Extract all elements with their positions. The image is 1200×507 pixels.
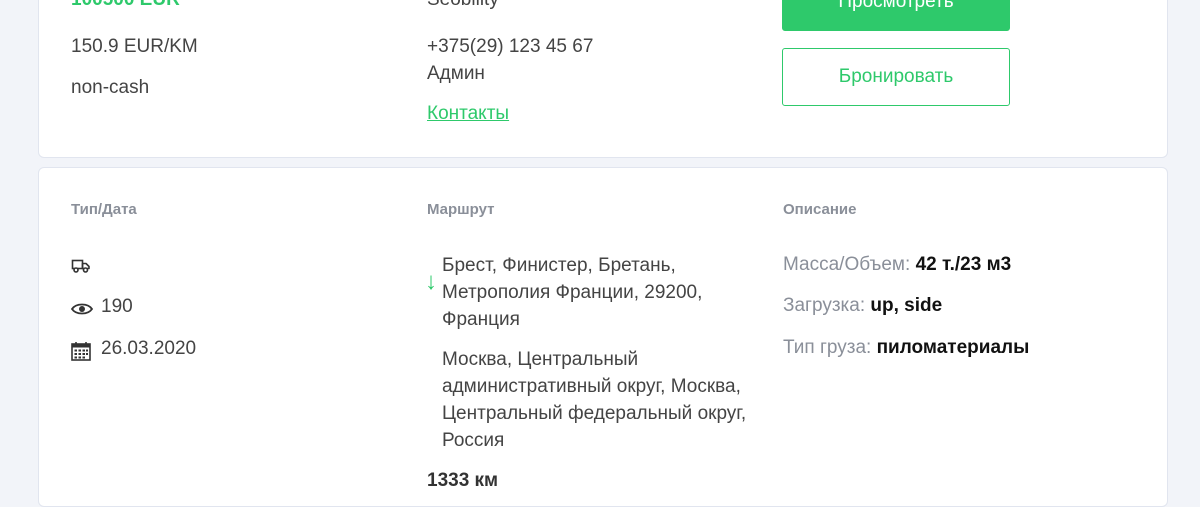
mass-volume-label: Масса/Объем: [783,254,911,275]
listing-card-top: 100500 EUR 150.9 EUR/KM non-cash Seobili… [38,0,1168,158]
book-button[interactable]: Бронировать [782,48,1010,106]
route-origin: Брест, Финистер, Бретань, Метрополия Фра… [442,255,703,330]
view-button[interactable]: Просмотреть [782,0,1010,31]
arrow-down-icon: ↓ [425,268,437,295]
description-header: Описание [783,201,857,218]
listing-card-bottom: Тип/Дата Маршрут Описание 190 26.03.2020… [38,167,1168,507]
loading-row: Загрузка: up, side [783,295,942,317]
mass-volume-row: Масса/Объем: 42 т./23 м3 [783,254,1011,276]
phone-number: +375(29) 123 45 67 [427,36,594,57]
calendar-icon [71,341,91,366]
payment-type: non-cash [71,77,150,98]
contacts-link[interactable]: Контакты [427,103,509,125]
truck-icon [71,258,91,279]
route-destination: Москва, Центральный административный окр… [442,349,747,451]
cargo-type-value: пиломатериалы [876,337,1030,358]
route-header: Маршрут [427,201,495,218]
company-name: Seobility [427,0,499,11]
type-date-header: Тип/Дата [71,201,137,218]
listing-date: 26.03.2020 [101,338,197,359]
route-distance: 1333 км [427,470,499,491]
views-count: 190 [101,296,133,317]
price-per-km: 150.9 EUR/KM [71,36,198,57]
mass-volume-value: 42 т./23 м3 [915,254,1012,275]
eye-icon [70,302,94,321]
loading-label: Загрузка: [783,295,866,316]
cargo-type-label: Тип груза: [783,337,872,358]
price: 100500 EUR [71,0,180,11]
cargo-type-row: Тип груза: пиломатериалы [783,337,1029,359]
contact-role: Админ [427,63,485,84]
loading-value: up, side [870,295,943,316]
